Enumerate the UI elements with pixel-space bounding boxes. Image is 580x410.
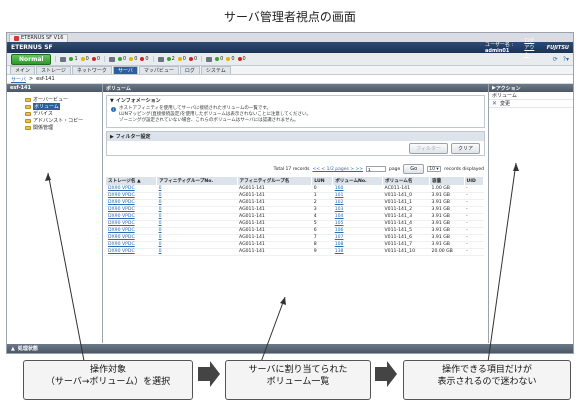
flow-arrow-2 — [375, 361, 397, 387]
callout-volume-list: サーバに割り当てられた ボリューム一覧 — [225, 360, 371, 400]
callout-select-target: 操作対象 （サーバ→ボリューム）を選択 — [23, 360, 193, 400]
leader-line-3 — [487, 162, 517, 363]
leader-arrowhead-3 — [513, 163, 519, 171]
leader-arrowhead-2 — [280, 297, 286, 305]
leader-arrowhead-1 — [45, 173, 51, 181]
callout-simple-actions: 操作できる項目だけが 表示されるので迷わない — [403, 360, 571, 400]
flow-arrow-1 — [198, 361, 220, 387]
leader-line-1 — [47, 172, 86, 367]
callout-leaders — [45, 162, 519, 387]
leader-line-2 — [260, 296, 286, 363]
